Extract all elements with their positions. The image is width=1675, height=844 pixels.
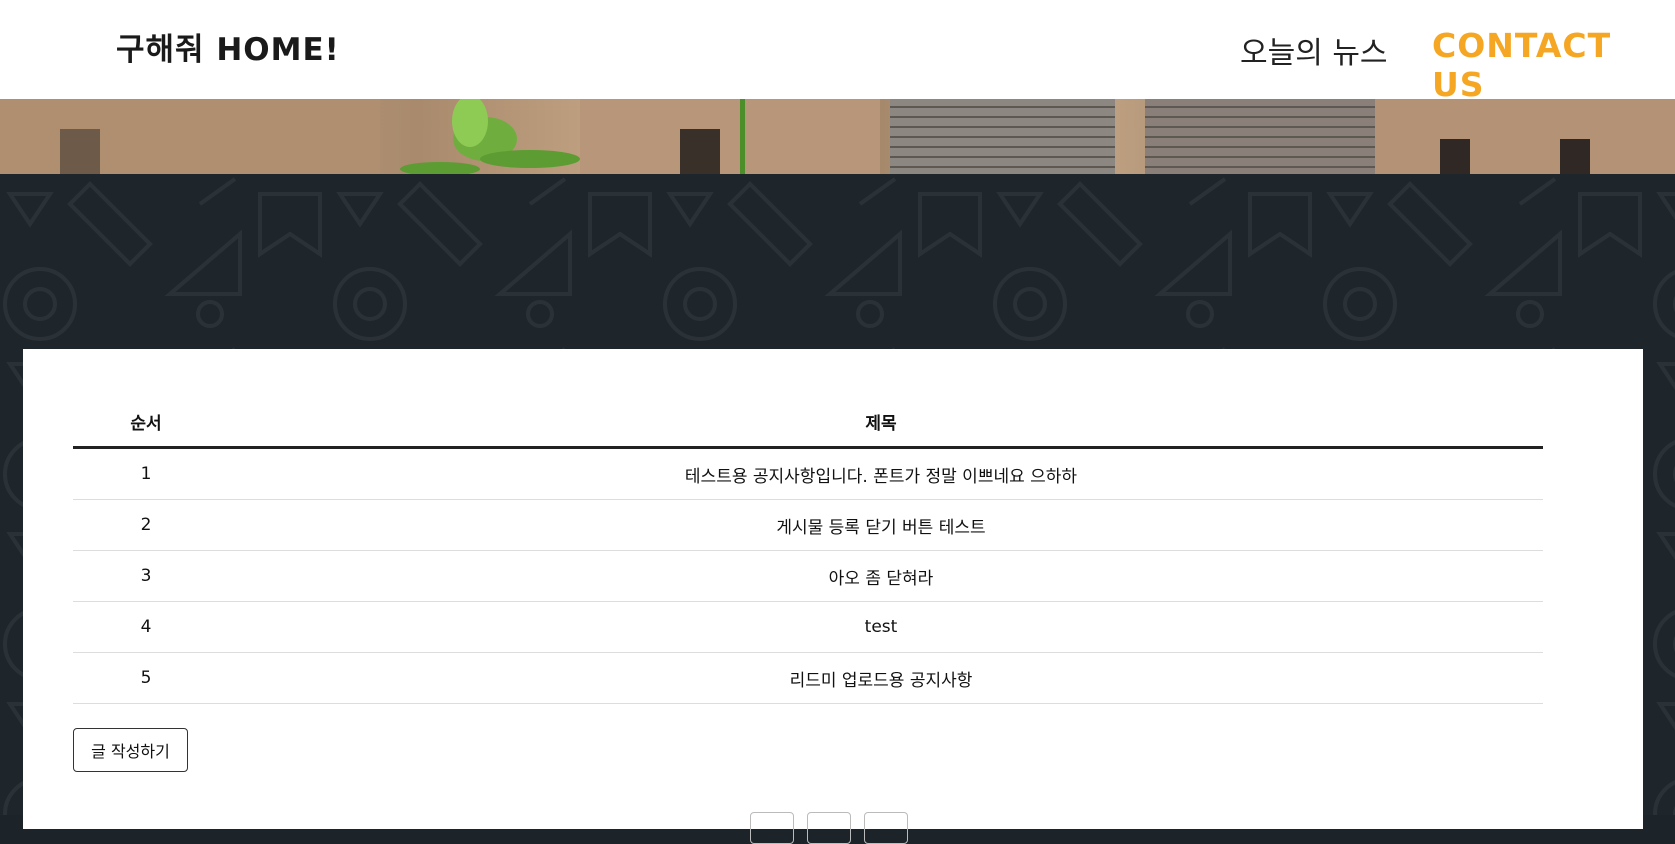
table-row[interactable]: 2 게시물 등록 닫기 버튼 테스트 bbox=[73, 499, 1543, 551]
row-number: 3 bbox=[73, 550, 219, 602]
table-row[interactable]: 1 테스트용 공지사항입니다. 폰트가 정말 이쁘네요 으하하 bbox=[73, 447, 1543, 500]
board-card: 순서 제목 1 테스트용 공지사항입니다. 폰트가 정말 이쁘네요 으하하 2 … bbox=[23, 349, 1643, 844]
column-header-title: 제목 bbox=[219, 397, 1543, 449]
row-number: 1 bbox=[73, 447, 219, 500]
nav-link-contact[interactable]: CONTACT US bbox=[1432, 26, 1675, 104]
coins-stack-icon bbox=[890, 99, 1375, 174]
nav-link-news[interactable]: 오늘의 뉴스 bbox=[1240, 28, 1388, 72]
notice-table: 순서 제목 1 테스트용 공지사항입니다. 폰트가 정말 이쁘네요 으하하 2 … bbox=[73, 397, 1543, 704]
row-number: 2 bbox=[73, 499, 219, 551]
write-post-button[interactable]: 글 작성하기 bbox=[73, 728, 188, 772]
row-title-link[interactable]: 테스트용 공지사항입니다. 폰트가 정말 이쁘네요 으하하 bbox=[219, 447, 1543, 500]
row-title-link[interactable]: test bbox=[219, 601, 1543, 653]
table-row[interactable]: 4 test bbox=[73, 601, 1543, 653]
table-header-row: 순서 제목 bbox=[73, 397, 1543, 449]
brand-logo-link[interactable]: 구해줘 HOME! bbox=[116, 24, 340, 69]
row-number: 4 bbox=[73, 601, 219, 653]
row-title-link[interactable]: 리드미 업로드용 공지사항 bbox=[219, 652, 1543, 704]
row-number: 5 bbox=[73, 652, 219, 704]
row-title-link[interactable]: 게시물 등록 닫기 버튼 테스트 bbox=[219, 499, 1543, 551]
row-title-link[interactable]: 아오 좀 닫혀라 bbox=[219, 550, 1543, 602]
pagination-button[interactable] bbox=[807, 812, 851, 844]
hero-banner-image bbox=[0, 99, 1675, 174]
table-row[interactable]: 3 아오 좀 닫혀라 bbox=[73, 550, 1543, 602]
pagination bbox=[750, 812, 908, 844]
table-row[interactable]: 5 리드미 업로드용 공지사항 bbox=[73, 652, 1543, 704]
pagination-button[interactable] bbox=[750, 812, 794, 844]
site-header: 구해줘 HOME! 오늘의 뉴스 CONTACT US bbox=[0, 0, 1675, 104]
column-header-order: 순서 bbox=[73, 397, 219, 449]
pagination-button[interactable] bbox=[864, 812, 908, 844]
